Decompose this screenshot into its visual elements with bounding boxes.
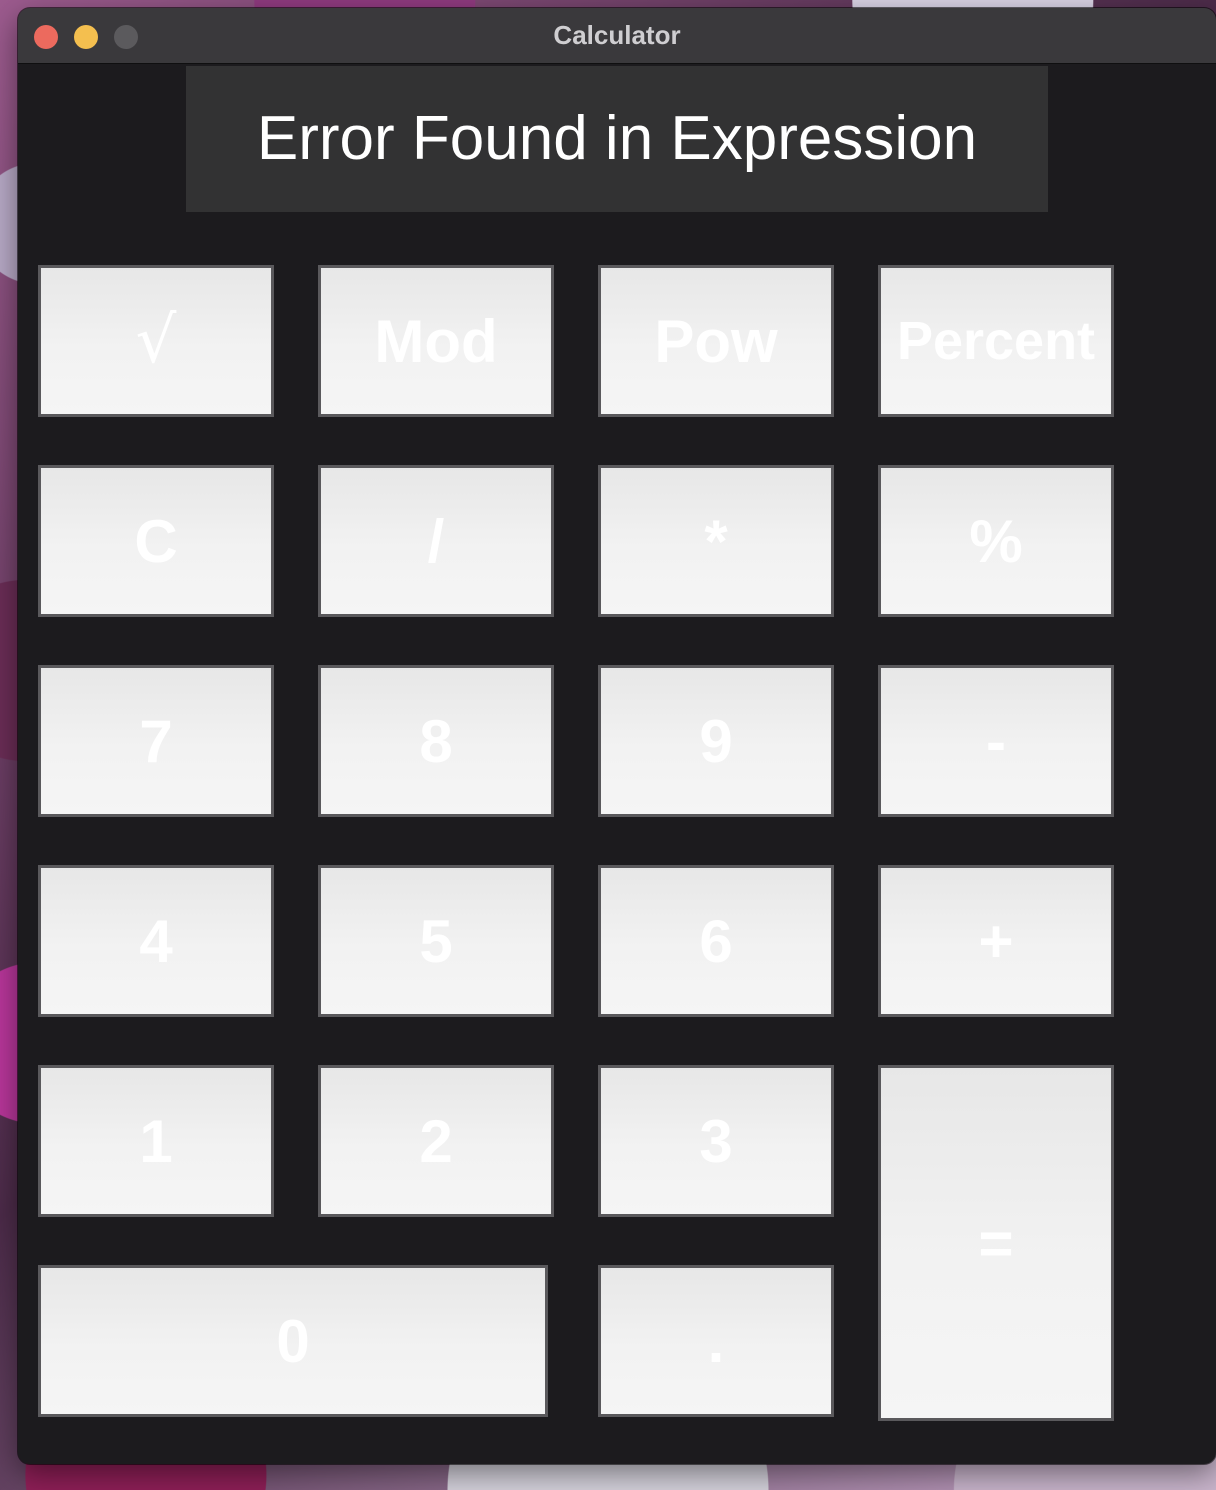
title-bar[interactable]: Calculator — [18, 8, 1216, 64]
four-button[interactable]: 4 — [38, 865, 274, 1017]
zero-button[interactable]: 0 — [38, 1265, 548, 1417]
sqrt-button[interactable]: √ — [38, 265, 274, 417]
equals-button[interactable]: = — [878, 1065, 1114, 1421]
mod-button[interactable]: Mod — [318, 265, 554, 417]
clear-button[interactable]: C — [38, 465, 274, 617]
divide-button[interactable]: / — [318, 465, 554, 617]
six-button[interactable]: 6 — [598, 865, 834, 1017]
eight-button[interactable]: 8 — [318, 665, 554, 817]
three-button[interactable]: 3 — [598, 1065, 834, 1217]
plus-button[interactable]: + — [878, 865, 1114, 1017]
minus-button[interactable]: - — [878, 665, 1114, 817]
multiply-button[interactable]: * — [598, 465, 834, 617]
decimal-button[interactable]: . — [598, 1265, 834, 1417]
percent-button[interactable]: % — [878, 465, 1114, 617]
result-display: Error Found in Expression — [186, 66, 1048, 212]
two-button[interactable]: 2 — [318, 1065, 554, 1217]
calculator-window: Calculator Error Found in Expression √ M… — [18, 8, 1216, 1464]
percent-word-button[interactable]: Percent — [878, 265, 1114, 417]
pow-button[interactable]: Pow — [598, 265, 834, 417]
seven-button[interactable]: 7 — [38, 665, 274, 817]
five-button[interactable]: 5 — [318, 865, 554, 1017]
nine-button[interactable]: 9 — [598, 665, 834, 817]
one-button[interactable]: 1 — [38, 1065, 274, 1217]
window-title: Calculator — [553, 20, 681, 50]
